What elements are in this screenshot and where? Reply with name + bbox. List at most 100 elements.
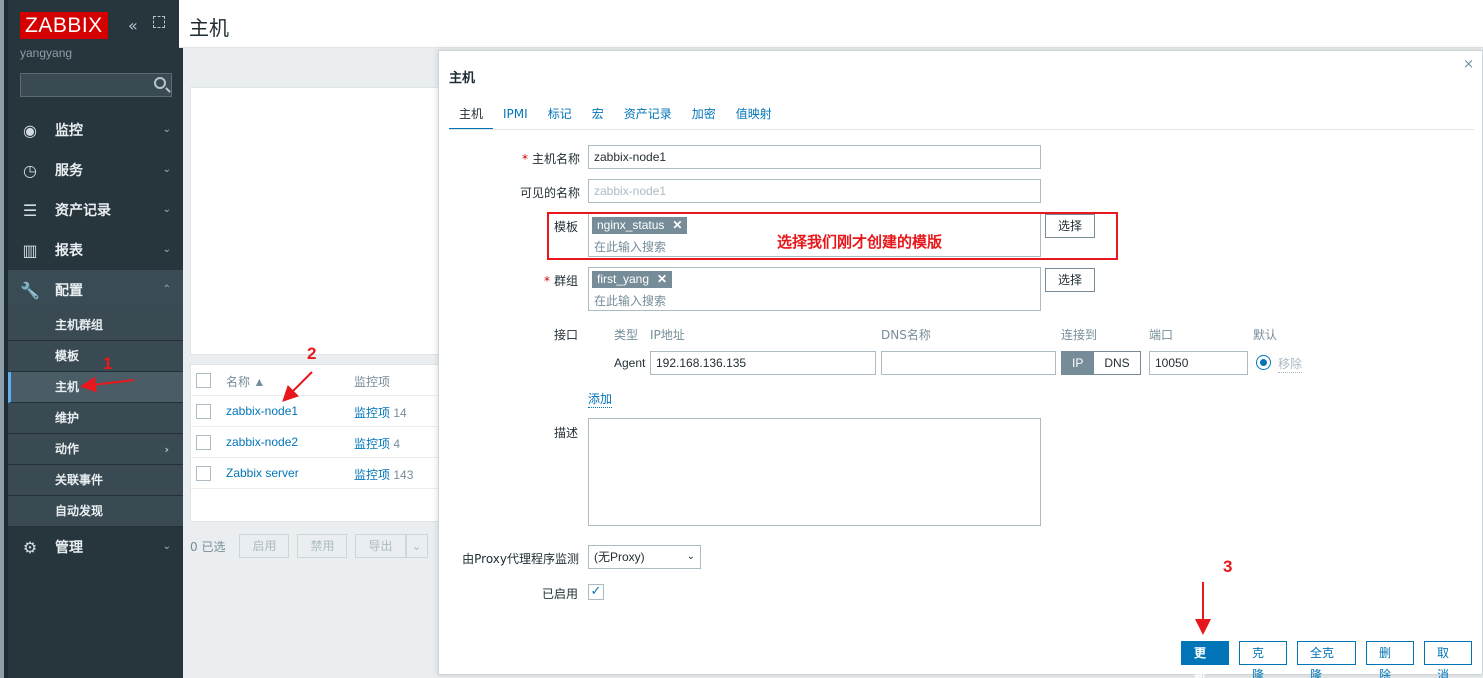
table-row: zabbix-node1 监控项 14 [191, 396, 441, 427]
sidebar-panel: ZABBIX « yangyang ◉ 监控 ⌄ ◷ 服务 ⌄ ☰ 资产记录 ⌄ [8, 0, 183, 678]
add-interface-link[interactable]: 添加 [588, 390, 613, 408]
update-button[interactable]: 更新 [1181, 641, 1229, 678]
menu-item-monitoring[interactable]: ◉ 监控 ⌄ [8, 110, 183, 150]
tab-value-mapping[interactable]: 值映射 [726, 105, 782, 130]
host-table: 名称 ▲ 监控项 zabbix-node1 监控项 14 zabbix-node… [190, 364, 441, 522]
enabled-checkbox[interactable]: ✓ [588, 584, 604, 600]
visible-name-label: 可见的名称 [519, 186, 580, 200]
sidebar-search-input[interactable] [20, 73, 172, 97]
iface-header-type: 类型 [614, 328, 639, 342]
gear-icon: ⚙ [22, 537, 38, 557]
dialog-title: 主机 [449, 71, 476, 86]
host-name-link[interactable]: zabbix-node1 [226, 404, 298, 418]
mass-actions-bar: 0 已选 启用 禁用 导出 ⌄ [190, 534, 436, 558]
annotation-step-1: 1 [103, 354, 113, 373]
menu-item-label: 报表 [55, 243, 83, 259]
logo-row: ZABBIX [20, 11, 108, 39]
proxy-select[interactable]: (无Proxy) ⌄ [588, 545, 701, 569]
select-all-checkbox[interactable] [196, 373, 211, 388]
connect-dns-button[interactable]: DNS [1094, 351, 1141, 375]
items-label: 监控项 [354, 406, 391, 420]
configuration-submenu: 主机群组 模板 主机 维护 动作 › 关联事件 自动发现 [8, 310, 183, 527]
sub-item-correlation[interactable]: 关联事件 [8, 465, 183, 496]
menu-item-label: 服务 [55, 163, 83, 179]
required-mark: * [543, 274, 550, 288]
export-button[interactable]: 导出 [355, 534, 406, 558]
enable-button[interactable]: 启用 [239, 534, 290, 558]
groups-label-text: 群组 [553, 274, 578, 288]
items-count: 143 [393, 468, 414, 482]
zabbix-logo[interactable]: ZABBIX [20, 11, 108, 39]
tab-encryption[interactable]: 加密 [682, 105, 726, 130]
tab-macros[interactable]: 宏 [582, 105, 614, 130]
export-dropdown-icon[interactable]: ⌄ [405, 534, 428, 558]
sub-item-discovery[interactable]: 自动发现 [8, 496, 183, 527]
visible-name-input[interactable]: zabbix-node1 [588, 179, 1041, 203]
remove-interface-link[interactable]: 移除 [1278, 355, 1303, 373]
tab-tags[interactable]: 标记 [538, 105, 582, 130]
cancel-button[interactable]: 取消 [1424, 641, 1472, 678]
selected-count: 0 已选 [190, 539, 226, 554]
default-interface-radio[interactable] [1256, 355, 1271, 370]
groups-select-button[interactable]: 选择 [1045, 268, 1096, 292]
sub-item-actions[interactable]: 动作 › [8, 434, 183, 465]
clone-button[interactable]: 克隆 [1239, 641, 1287, 678]
description-textarea[interactable] [588, 418, 1041, 526]
sub-item-hosts[interactable]: 主机 [8, 372, 183, 403]
items-link[interactable]: 监控项 14 [354, 404, 407, 421]
group-chip-label: first_yang [597, 272, 650, 286]
groups-multiselect[interactable]: first_yang ✕ 在此输入搜索 [588, 267, 1041, 311]
chevron-down-icon: ⌄ [162, 124, 171, 135]
kiosk-mode-icon[interactable] [153, 16, 165, 28]
agent-ip-input[interactable]: 192.168.136.135 [650, 351, 876, 375]
interfaces-label: 接口 [553, 328, 578, 342]
groups-search-input[interactable]: 在此输入搜索 [594, 292, 666, 309]
dialog-footer: 更新 克隆 全克隆 删除 取消 [1181, 641, 1482, 678]
items-link[interactable]: 监控项 4 [354, 435, 400, 452]
close-icon[interactable]: × [1463, 57, 1474, 72]
host-name-link[interactable]: Zabbix server [226, 466, 299, 480]
required-mark: * [521, 152, 528, 166]
sub-item-templates[interactable]: 模板 [8, 341, 183, 372]
annotation-step-2: 2 [307, 344, 317, 363]
agent-dns-input[interactable] [881, 351, 1056, 375]
delete-button[interactable]: 删除 [1366, 641, 1414, 678]
tab-host[interactable]: 主机 [449, 105, 494, 130]
menu-item-label: 监控 [55, 123, 83, 139]
items-link[interactable]: 监控项 143 [354, 466, 413, 483]
chevron-down-icon: ⌄ [162, 244, 171, 255]
disable-button[interactable]: 禁用 [297, 534, 348, 558]
row-checkbox[interactable] [196, 435, 211, 450]
menu-item-inventory[interactable]: ☰ 资产记录 ⌄ [8, 190, 183, 230]
menu-item-reports[interactable]: ▥ 报表 ⌄ [8, 230, 183, 270]
list-icon: ☰ [22, 200, 38, 220]
column-header-name[interactable]: 名称 ▲ [226, 373, 265, 390]
dialog-tabs: 主机 IPMI 标记 宏 资产记录 加密 值映射 [449, 105, 782, 130]
table-header-row: 名称 ▲ 监控项 [191, 365, 441, 396]
row-checkbox[interactable] [196, 404, 211, 419]
user-name: yangyang [20, 46, 73, 60]
connect-ip-button[interactable]: IP [1061, 351, 1095, 375]
menu-item-configuration[interactable]: 🔧 配置 ⌃ [8, 270, 183, 310]
tab-ipmi[interactable]: IPMI [493, 105, 538, 130]
host-name-link[interactable]: zabbix-node2 [226, 435, 298, 449]
chevron-up-icon: ⌃ [162, 284, 171, 295]
iface-header-connect: 连接到 [1061, 328, 1098, 342]
groups-label: * 群组 [448, 272, 578, 289]
remove-chip-icon[interactable]: ✕ [657, 272, 667, 286]
chevron-down-icon: ⌄ [162, 164, 171, 175]
menu-item-services[interactable]: ◷ 服务 ⌄ [8, 150, 183, 190]
sub-item-host-groups[interactable]: 主机群组 [8, 310, 183, 341]
collapse-sidebar-icon[interactable]: « [128, 16, 138, 35]
tab-inventory[interactable]: 资产记录 [614, 105, 682, 130]
host-name-input[interactable]: zabbix-node1 [588, 145, 1041, 169]
full-clone-button[interactable]: 全克隆 [1297, 641, 1356, 678]
agent-port-input[interactable]: 10050 [1149, 351, 1248, 375]
sub-item-maintenance[interactable]: 维护 [8, 403, 183, 434]
row-checkbox[interactable] [196, 466, 211, 481]
search-icon[interactable] [154, 77, 166, 89]
host-name-label-text: 主机名称 [531, 152, 580, 166]
menu-item-administration[interactable]: ⚙ 管理 ⌄ [8, 527, 183, 567]
items-count: 4 [393, 437, 401, 451]
agent-type-label: Agent [614, 356, 646, 370]
